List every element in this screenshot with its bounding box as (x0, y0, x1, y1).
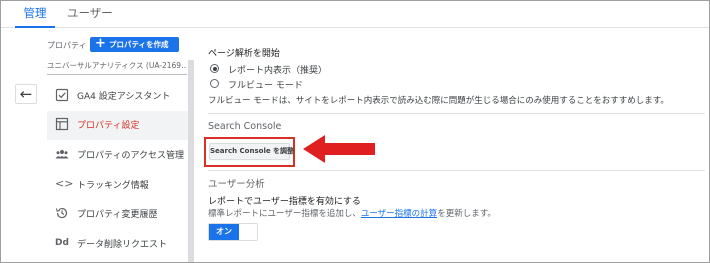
section-divider (208, 113, 705, 114)
admin-sidebar: プロパティ + プロパティを作成 ユニバーサルアナリティクス (UA-2169…… (1, 29, 194, 262)
radio-in-report-label: レポート内表示（推奨） (228, 66, 328, 76)
property-divider (47, 74, 187, 75)
full-view-note: フルビュー モードは、サイトをレポート内表示で読み込む際に問題が生じる場合にのみ… (208, 96, 669, 106)
sidebar-item-label: GA4 設定アシスタント (77, 92, 171, 102)
page-analysis-title: ページ解析を開始 (208, 49, 280, 59)
toggle-on-label: オン (209, 224, 239, 240)
adjust-search-console-button[interactable]: Search Console を調整 (209, 143, 294, 160)
radio-full-view[interactable] (210, 79, 219, 88)
property-selector[interactable]: ユニバーサルアナリティクス (UA-2169… (47, 60, 187, 71)
sidebar-item-label: プロパティのアクセス管理 (77, 151, 185, 161)
sidebar-item-label: プロパティ設定 (77, 121, 140, 131)
plus-icon: + (95, 36, 106, 51)
user-metrics-calculation-link[interactable]: ユーザー指標の計算 (361, 209, 437, 219)
history-icon (55, 206, 69, 220)
sidebar-item-ga4-setup[interactable]: GA4 設定アシスタント (47, 82, 190, 111)
settings-layout-icon (55, 117, 69, 131)
user-metrics-toggle[interactable]: オン (208, 223, 258, 241)
tab-admin[interactable]: 管理 (15, 4, 55, 28)
sidebar-item-access-management[interactable]: プロパティのアクセス管理 (47, 141, 190, 170)
sidebar-item-label: データ削除リクエスト (77, 240, 168, 250)
sidebar-item-change-history[interactable]: プロパティ変更履歴 (47, 200, 190, 229)
create-property-button[interactable]: + プロパティを作成 (90, 37, 179, 52)
red-arrow-icon (303, 135, 375, 163)
property-label: プロパティ (47, 41, 87, 50)
back-arrow-icon[interactable]: ← (15, 84, 37, 104)
property-settings-panel: ページ解析を開始 レポート内表示（推奨） フルビュー モード フルビュー モード… (196, 29, 709, 262)
code-icon: <> (55, 177, 74, 190)
user-metrics-desc-prefix: 標準レポートにユーザー指標を追加し、 (208, 209, 361, 219)
radio-in-report[interactable] (210, 64, 219, 73)
search-console-heading: Search Console (208, 121, 282, 132)
sidebar-scrollbar[interactable] (188, 60, 194, 262)
people-icon (55, 147, 69, 161)
user-analysis-heading: ユーザー分析 (208, 179, 265, 190)
sidebar-item-tracking-info[interactable]: <> トラッキング情報 (47, 171, 190, 200)
sidebar-item-data-deletion[interactable]: Dd データ削除リクエスト (47, 230, 190, 259)
user-metrics-title: レポートでユーザー指標を有効にする (208, 197, 361, 207)
check-box-icon (55, 88, 69, 102)
user-metrics-description: 標準レポートにユーザー指標を追加し、ユーザー指標の計算を更新します。 (208, 207, 496, 219)
sidebar-item-label: トラッキング情報 (77, 181, 149, 191)
top-tabs: 管理 ユーザー (1, 1, 709, 28)
dd-icon: Dd (55, 238, 69, 248)
sidebar-item-property-settings[interactable]: プロパティ設定 (47, 111, 190, 140)
radio-full-view-label: フルビュー モード (228, 81, 303, 91)
sidebar-item-label: プロパティ変更履歴 (77, 210, 158, 220)
create-property-label: プロパティを作成 (109, 40, 169, 49)
tab-user[interactable]: ユーザー (67, 4, 113, 28)
section-divider (208, 170, 705, 171)
user-metrics-desc-suffix: を更新します。 (437, 209, 496, 219)
